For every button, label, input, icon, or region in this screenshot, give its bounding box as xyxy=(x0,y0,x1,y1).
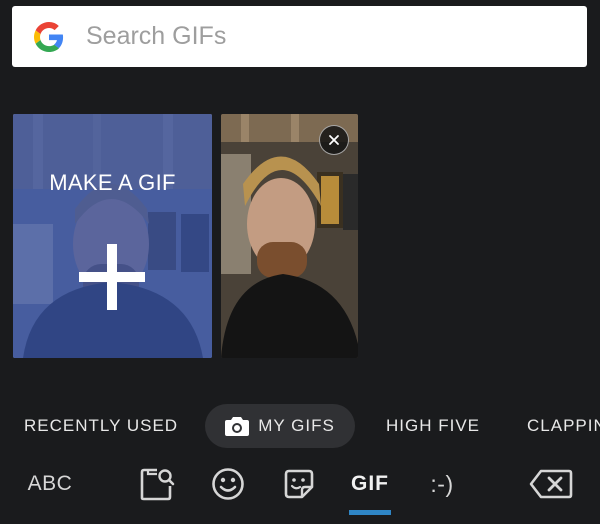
emoticon-label: :-) xyxy=(430,470,454,497)
sticker-button[interactable] xyxy=(279,462,319,506)
category-my-gifs[interactable]: MY GIFS xyxy=(205,404,355,448)
backspace-button[interactable] xyxy=(528,462,574,506)
make-gif-label: MAKE A GIF xyxy=(49,170,176,195)
gif-tab-label: GIF xyxy=(351,472,389,495)
category-label: HIGH FIVE xyxy=(386,416,481,435)
saved-gif-tile[interactable] xyxy=(221,114,358,358)
close-icon xyxy=(329,135,339,145)
make-gif-overlay xyxy=(13,114,212,358)
category-label: CLAPPING xyxy=(527,416,600,435)
remove-gif-button[interactable] xyxy=(319,125,349,155)
emoji-icon xyxy=(212,468,244,500)
make-gif-tile[interactable]: MAKE A GIF xyxy=(13,114,212,358)
gif-search-button[interactable] xyxy=(137,462,177,506)
abc-label: ABC xyxy=(27,472,73,495)
emoticon-button[interactable]: :-) xyxy=(420,462,464,506)
category-high-five[interactable]: HIGH FIVE xyxy=(386,404,480,448)
category-label: RECENTLY USED xyxy=(24,416,179,435)
plus-icon xyxy=(79,244,145,310)
backspace-icon xyxy=(529,469,573,499)
sticker-icon xyxy=(284,469,314,499)
search-input[interactable] xyxy=(86,6,575,67)
google-logo-icon xyxy=(34,22,64,52)
abc-keyboard-button[interactable]: ABC xyxy=(22,462,78,506)
gif-search-icon xyxy=(140,468,175,501)
category-label: MY GIFS xyxy=(258,416,335,435)
category-clapping[interactable]: CLAPPING xyxy=(527,404,600,448)
camera-icon xyxy=(225,417,250,436)
emoji-button[interactable] xyxy=(208,462,248,506)
active-tab-indicator xyxy=(349,510,391,515)
category-recently-used[interactable]: RECENTLY USED xyxy=(24,404,178,448)
search-bar[interactable] xyxy=(12,6,587,67)
gif-tab-button[interactable]: GIF xyxy=(344,462,396,506)
